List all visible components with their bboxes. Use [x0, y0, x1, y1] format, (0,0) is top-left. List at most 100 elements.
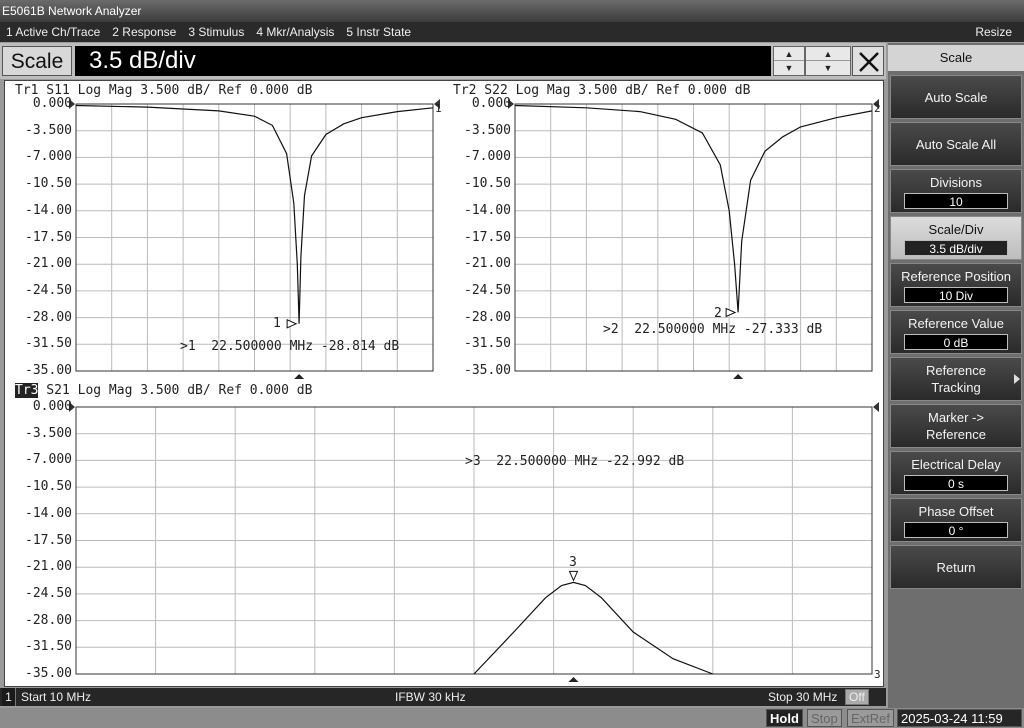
entry-bar: Scale 3.5 dB/div ▲ ▼ ▲ ▼: [0, 43, 886, 79]
trace-display: Tr1 S11 Log Mag 3.500 dB/ Ref 0.000 dB 1…: [4, 80, 884, 687]
menu-stimulus[interactable]: 3 Stimulus: [182, 22, 250, 42]
y-tick-label: -17.50: [25, 229, 72, 245]
status-bar: 1 Start 10 MHz IFBW 30 kHz Stop 30 MHz O…: [0, 688, 886, 706]
softkey-panel: Scale Auto Scale Auto Scale All Division…: [888, 43, 1024, 708]
entry-value-field[interactable]: 3.5 dB/div: [75, 46, 771, 76]
stimulus-pointer-icon: [294, 374, 305, 379]
stimulus-pointer-icon: [733, 374, 744, 379]
knob-up-arrow-icon[interactable]: ▲: [806, 47, 850, 61]
knob-spinner[interactable]: ▲ ▼: [805, 46, 851, 76]
auto-scale-label: Auto Scale: [924, 89, 988, 105]
y-tick-label: -35.00: [464, 363, 511, 378]
auto-scale-all-label: Auto Scale All: [915, 136, 997, 152]
auto-scale-all-button[interactable]: Auto Scale All: [890, 122, 1022, 166]
reference-tracking-label-2: Tracking: [931, 380, 981, 395]
marker-to-reference-label-2: Reference: [926, 427, 986, 442]
stop-indicator: Stop: [807, 709, 842, 727]
y-tick-label: -10.50: [25, 176, 72, 192]
y-tick-label: -24.50: [25, 282, 72, 298]
y-tick-label: 0.000: [32, 96, 72, 111]
menu-resize[interactable]: Resize: [969, 22, 1018, 42]
menu-active-ch-trace[interactable]: 1 Active Ch/Trace: [0, 22, 106, 42]
trace-s21-line: [473, 581, 714, 675]
trace2-marker-readout: >2 22.500000 MHz -27.333 dB: [603, 322, 823, 337]
window-title: E5061B Network Analyzer: [0, 0, 1024, 22]
scale-div-value: 3.5 dB/div: [904, 239, 1008, 256]
trace3-graph[interactable]: 3: [69, 402, 881, 682]
trace1-marker-label: 1: [273, 316, 281, 331]
start-frequency[interactable]: Start 10 MHz: [21, 688, 91, 706]
entry-label: Scale: [2, 46, 72, 76]
ifbw[interactable]: IFBW 30 kHz: [395, 688, 466, 706]
step-spinner[interactable]: ▲ ▼: [773, 46, 805, 76]
electrical-delay-label: Electrical Delay: [911, 456, 1001, 472]
y-tick-label: -3.500: [25, 425, 72, 441]
y-tick-label: -21.00: [25, 559, 72, 575]
ref-level-right-icon: [873, 402, 879, 412]
step-up-arrow-icon[interactable]: ▲: [774, 47, 804, 61]
divisions-label: Divisions: [929, 174, 982, 190]
trace2-marker-label: 2: [714, 306, 722, 321]
channel-number[interactable]: 1: [2, 688, 16, 706]
reference-tracking-button[interactable]: Reference Tracking: [890, 357, 1022, 401]
trace1-graph[interactable]: 1: [69, 99, 442, 379]
knob-down-arrow-icon[interactable]: ▼: [806, 61, 850, 75]
y-tick-label: -7.000: [25, 149, 72, 165]
reference-value-button[interactable]: Reference Value 0 dB: [890, 310, 1022, 354]
electrical-delay-button[interactable]: Electrical Delay 0 s: [890, 451, 1022, 495]
y-tick-label: -10.50: [464, 176, 511, 192]
submenu-arrow-icon: [1014, 374, 1020, 384]
reference-position-button[interactable]: Reference Position 10 Div: [890, 263, 1022, 307]
scale-div-button[interactable]: Scale/Div 3.5 dB/div: [890, 216, 1022, 260]
menu-instr-state[interactable]: 5 Instr State: [340, 22, 417, 42]
entry-close-button[interactable]: [852, 46, 884, 76]
y-tick-label: -7.000: [464, 149, 511, 165]
auto-scale-button[interactable]: Auto Scale: [890, 75, 1022, 119]
trace3-header[interactable]: Tr3 S21 Log Mag 3.500 dB/ Ref 0.000 dB: [15, 383, 312, 398]
trace-number-tag: 1: [435, 102, 442, 115]
reference-position-value: 10 Div: [904, 286, 1008, 303]
y-tick-label: -3.500: [464, 122, 511, 138]
y-tick-label: -31.50: [25, 639, 72, 655]
stop-frequency[interactable]: Stop 30 MHz: [768, 688, 837, 706]
date-time: 2025-03-24 11:59: [897, 709, 1022, 727]
marker-1-icon: [286, 319, 298, 329]
scale-div-label: Scale/Div: [928, 221, 984, 237]
marker-2-icon: [725, 307, 737, 318]
y-tick-label: -10.50: [25, 479, 72, 495]
power-off-badge[interactable]: Off: [845, 689, 869, 705]
return-button[interactable]: Return: [890, 545, 1022, 589]
y-tick-label: -35.00: [25, 666, 72, 681]
menu-response[interactable]: 2 Response: [106, 22, 182, 42]
return-label: Return: [936, 559, 976, 575]
step-down-arrow-icon[interactable]: ▼: [774, 61, 804, 75]
y-tick-label: -17.50: [25, 532, 72, 548]
marker-to-reference-label-1: Marker ->: [928, 410, 984, 425]
stimulus-pointer-icon: [568, 677, 579, 682]
divisions-button[interactable]: Divisions 10: [890, 169, 1022, 213]
trace3-marker-readout: >3 22.500000 MHz -22.992 dB: [465, 454, 685, 469]
phase-offset-label: Phase Offset: [918, 503, 994, 519]
y-tick-label: -35.00: [25, 363, 72, 378]
reference-value-label: Reference Value: [908, 315, 1004, 331]
y-tick-label: 0.000: [32, 399, 72, 414]
y-tick-label: 0.000: [471, 96, 511, 111]
marker-to-reference-button[interactable]: Marker -> Reference: [890, 404, 1022, 448]
y-tick-label: -28.00: [464, 309, 511, 325]
phase-offset-button[interactable]: Phase Offset 0 °: [890, 498, 1022, 542]
trace3-active-id: Tr3: [15, 383, 39, 398]
network-analyzer-window: E5061B Network Analyzer 1 Active Ch/Trac…: [0, 0, 1024, 728]
y-tick-label: -21.00: [25, 256, 72, 272]
hold-indicator: Hold: [766, 709, 803, 727]
softkey-menu-title: Scale: [888, 45, 1024, 71]
y-tick-label: -3.500: [25, 122, 72, 138]
menu-bar: 1 Active Ch/Trace 2 Response 3 Stimulus …: [0, 22, 1024, 42]
phase-offset-value: 0 °: [904, 521, 1008, 538]
marker-3-icon: [568, 570, 579, 582]
instrument-status-bar: Hold Stop ExtRef 2025-03-24 11:59: [0, 708, 1024, 728]
menu-mkr-analysis[interactable]: 4 Mkr/Analysis: [250, 22, 340, 42]
y-tick-label: -21.00: [464, 256, 511, 272]
y-tick-label: -7.000: [25, 452, 72, 468]
trace1-marker-readout: >1 22.500000 MHz -28.814 dB: [180, 339, 400, 354]
y-tick-label: -14.00: [25, 505, 72, 521]
